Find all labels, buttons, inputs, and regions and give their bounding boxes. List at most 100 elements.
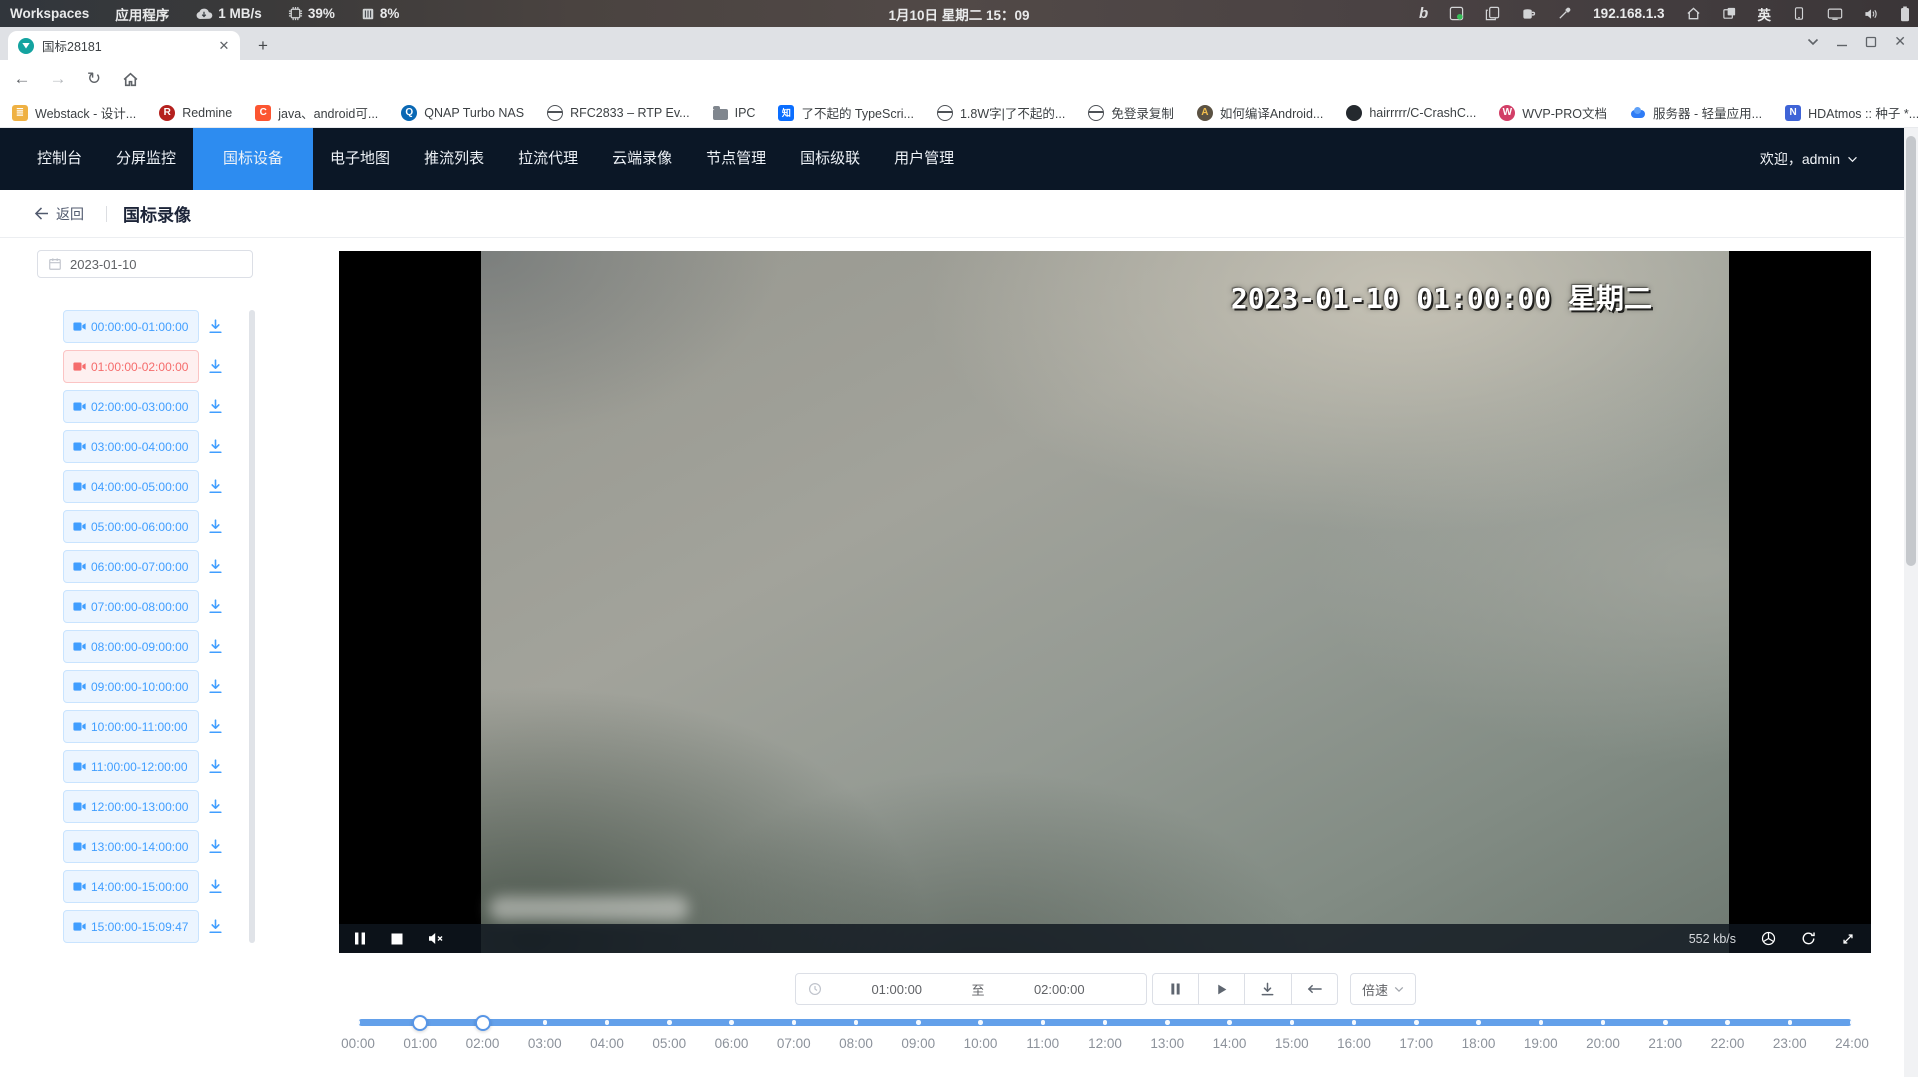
color-picker-indicator-icon[interactable]: [1557, 6, 1572, 21]
snapshot-shutter-button[interactable]: [1761, 931, 1776, 946]
time-range-picker[interactable]: 01:00:00 至 02:00:00: [795, 973, 1147, 1005]
memory-usage-indicator[interactable]: 8%: [361, 6, 400, 21]
video-player[interactable]: 2023-01-10 01:00:00 星期二 552 kb/s: [339, 251, 1871, 953]
segment-button[interactable]: 02:00:00-03:00:00: [63, 390, 199, 423]
applications-menu[interactable]: 应用程序: [115, 4, 169, 24]
nav-tab-8[interactable]: 节点管理: [689, 128, 783, 190]
bookmark-item[interactable]: hairrrrr/C-CrashC...: [1346, 105, 1476, 121]
download-button[interactable]: [1245, 973, 1292, 1005]
page-scrollbar-thumb[interactable]: [1906, 136, 1916, 566]
tab-close-icon[interactable]: ✕: [216, 38, 232, 54]
segment-button[interactable]: 00:00:00-01:00:00: [63, 310, 199, 343]
clipboard-indicator-icon[interactable]: [1485, 6, 1500, 21]
timeline-handle[interactable]: [412, 1015, 428, 1031]
app-indicator-b-icon[interactable]: b: [1419, 5, 1428, 22]
segment-button[interactable]: 12:00:00-13:00:00: [63, 790, 199, 823]
nav-tab-2[interactable]: 分屏监控: [99, 128, 193, 190]
new-tab-button[interactable]: +: [252, 35, 274, 57]
nav-tab-6[interactable]: 拉流代理: [501, 128, 595, 190]
segment-button[interactable]: 10:00:00-11:00:00: [63, 710, 199, 743]
bookmark-item[interactable]: 服务器 - 轻量应用...: [1630, 103, 1762, 122]
segment-download-icon[interactable]: [207, 598, 224, 615]
bookmark-item[interactable]: RFC2833 – RTP Ev...: [547, 105, 690, 121]
bookmark-item[interactable]: 1.8W字|了不起的...: [937, 103, 1065, 122]
play-button[interactable]: [1199, 973, 1246, 1005]
bookmark-item[interactable]: A如何编译Android...: [1197, 103, 1324, 122]
home-button[interactable]: [118, 67, 142, 91]
phone-link-icon[interactable]: [1792, 6, 1806, 21]
nav-tab-1[interactable]: 控制台: [20, 128, 99, 190]
segment-button[interactable]: 07:00:00-08:00:00: [63, 590, 199, 623]
bookmark-item[interactable]: QQNAP Turbo NAS: [401, 105, 524, 121]
caffeine-cup-indicator-icon[interactable]: [1521, 6, 1536, 21]
segment-download-icon[interactable]: [207, 678, 224, 695]
display-settings-icon[interactable]: [1827, 7, 1843, 21]
back-link[interactable]: 返回: [34, 204, 84, 224]
segment-download-icon[interactable]: [207, 398, 224, 415]
segment-button[interactable]: 04:00:00-05:00:00: [63, 470, 199, 503]
workspaces-button[interactable]: Workspaces: [10, 6, 89, 21]
bookmark-item[interactable]: ≣Webstack - 设计...: [12, 103, 136, 122]
pause-button[interactable]: [1152, 973, 1199, 1005]
volume-indicator-icon[interactable]: [1864, 7, 1879, 21]
speed-dropdown[interactable]: 倍速: [1350, 973, 1416, 1005]
forward-button[interactable]: →: [46, 67, 70, 91]
player-stop-button[interactable]: [391, 933, 403, 945]
tab-search-chevron-icon[interactable]: [1807, 38, 1819, 46]
player-refresh-button[interactable]: [1801, 931, 1816, 946]
nav-tab-5[interactable]: 推流列表: [407, 128, 501, 190]
segment-download-icon[interactable]: [207, 438, 224, 455]
nav-tab-3[interactable]: 国标设备: [193, 128, 313, 190]
segment-download-icon[interactable]: [207, 718, 224, 735]
bookmark-item[interactable]: 知了不起的 TypeScri...: [778, 103, 914, 122]
nav-tab-4[interactable]: 电子地图: [313, 128, 407, 190]
range-end-value[interactable]: 02:00:00: [985, 982, 1135, 997]
range-start-value[interactable]: 01:00:00: [822, 982, 972, 997]
date-picker-input[interactable]: 2023-01-10: [37, 250, 253, 278]
segment-button[interactable]: 11:00:00-12:00:00: [63, 750, 199, 783]
ip-address-label[interactable]: 192.168.1.3: [1593, 6, 1664, 21]
segment-button[interactable]: 08:00:00-09:00:00: [63, 630, 199, 663]
segment-button[interactable]: 06:00:00-07:00:00: [63, 550, 199, 583]
segment-download-icon[interactable]: [207, 838, 224, 855]
nav-tab-7[interactable]: 云端录像: [595, 128, 689, 190]
segment-button[interactable]: 01:00:00-02:00:00: [63, 350, 199, 383]
user-menu[interactable]: 欢迎，admin: [1760, 128, 1858, 190]
segment-download-icon[interactable]: [207, 558, 224, 575]
clock-label[interactable]: 1月10日 星期二 15：09: [888, 4, 1029, 24]
bookmark-item[interactable]: NHDAtmos :: 种子 *...: [1785, 103, 1918, 122]
nav-tab-9[interactable]: 国标级联: [783, 128, 877, 190]
segment-download-icon[interactable]: [207, 638, 224, 655]
window-close-icon[interactable]: ✕: [1894, 33, 1906, 50]
window-minimize-icon[interactable]: [1836, 36, 1848, 48]
window-maximize-icon[interactable]: [1865, 36, 1877, 48]
segment-button[interactable]: 09:00:00-10:00:00: [63, 670, 199, 703]
segment-download-icon[interactable]: [207, 478, 224, 495]
workspace-switcher-icon[interactable]: [1722, 6, 1737, 21]
segment-download-icon[interactable]: [207, 358, 224, 375]
timeline-handle[interactable]: [475, 1015, 491, 1031]
input-language-indicator[interactable]: 英: [1758, 4, 1772, 24]
player-volume-muted-icon[interactable]: [428, 932, 444, 945]
network-speed-indicator[interactable]: 1 MB/s: [195, 6, 262, 21]
nav-tab-10[interactable]: 用户管理: [877, 128, 971, 190]
reload-button[interactable]: ↻: [82, 67, 106, 91]
bookmark-item[interactable]: RRedmine: [159, 105, 232, 121]
segment-button[interactable]: 05:00:00-06:00:00: [63, 510, 199, 543]
battery-indicator-icon[interactable]: [1900, 6, 1910, 22]
segment-download-icon[interactable]: [207, 518, 224, 535]
segment-download-icon[interactable]: [207, 798, 224, 815]
segment-download-icon[interactable]: [207, 918, 224, 935]
home-indicator-icon[interactable]: [1686, 6, 1701, 21]
cpu-usage-indicator[interactable]: 39%: [288, 6, 335, 21]
back-button[interactable]: ←: [10, 67, 34, 91]
fullscreen-button[interactable]: [1841, 932, 1855, 946]
bookmark-item[interactable]: 免登录复制: [1088, 103, 1174, 122]
segment-button[interactable]: 14:00:00-15:00:00: [63, 870, 199, 903]
segment-download-icon[interactable]: [207, 318, 224, 335]
seek-back-button[interactable]: [1292, 973, 1339, 1005]
browser-tab[interactable]: 国标28181 ✕: [8, 31, 240, 60]
segment-button[interactable]: 15:00:00-15:09:47: [63, 910, 199, 943]
page-scrollbar[interactable]: [1904, 128, 1918, 1077]
bookmark-item[interactable]: IPC: [713, 105, 756, 120]
